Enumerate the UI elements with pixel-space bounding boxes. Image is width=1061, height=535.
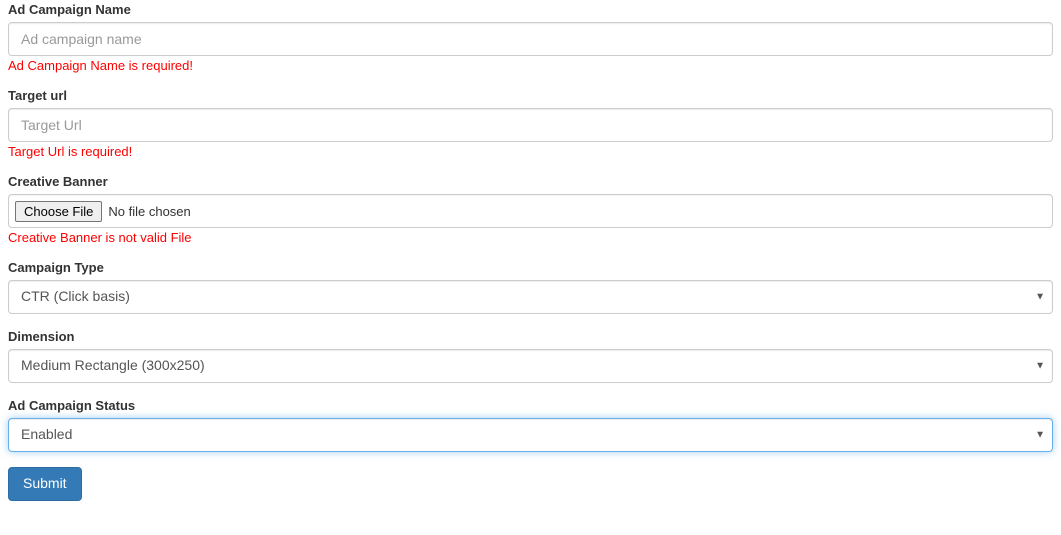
label-campaign-type: Campaign Type [8,260,1053,275]
label-ad-campaign-status: Ad Campaign Status [8,398,1053,413]
field-dimension: Dimension Medium Rectangle (300x250) ▼ [8,329,1053,383]
choose-file-button[interactable]: Choose File [15,201,102,222]
label-dimension: Dimension [8,329,1053,344]
error-target-url: Target Url is required! [8,144,1053,159]
select-campaign-type[interactable]: CTR (Click basis) [8,280,1053,314]
label-target-url: Target url [8,88,1053,103]
label-creative-banner: Creative Banner [8,174,1053,189]
file-input-wrapper: Choose File No file chosen [8,194,1053,228]
field-campaign-type: Campaign Type CTR (Click basis) ▼ [8,260,1053,314]
submit-button[interactable]: Submit [8,467,82,501]
error-creative-banner: Creative Banner is not valid File [8,230,1053,245]
field-ad-campaign-status: Ad Campaign Status Enabled ▼ [8,398,1053,452]
error-ad-campaign-name: Ad Campaign Name is required! [8,58,1053,73]
field-ad-campaign-name: Ad Campaign Name Ad Campaign Name is req… [8,2,1053,73]
field-target-url: Target url Target Url is required! [8,88,1053,159]
select-dimension[interactable]: Medium Rectangle (300x250) [8,349,1053,383]
ad-campaign-form: Ad Campaign Name Ad Campaign Name is req… [8,2,1053,501]
field-creative-banner: Creative Banner Choose File No file chos… [8,174,1053,245]
file-status-text: No file chosen [108,204,190,219]
input-ad-campaign-name[interactable] [8,22,1053,56]
select-ad-campaign-status[interactable]: Enabled [8,418,1053,452]
input-target-url[interactable] [8,108,1053,142]
label-ad-campaign-name: Ad Campaign Name [8,2,1053,17]
